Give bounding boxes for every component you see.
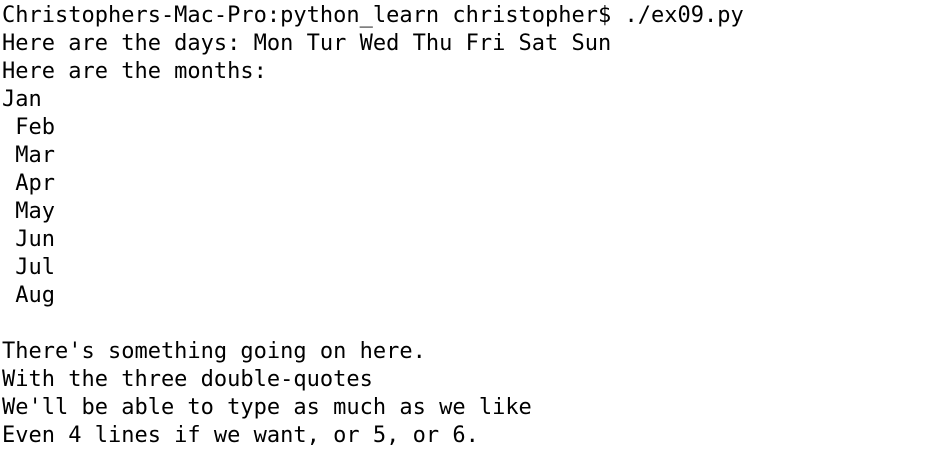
output-line-month: Feb [2, 115, 55, 140]
output-line-month: Jan [2, 87, 42, 112]
output-line-paragraph: There's something going on here. [2, 339, 426, 364]
output-line-month: May [2, 199, 55, 224]
output-line-month: Aug [2, 283, 55, 308]
output-line-month: Jul [2, 255, 55, 280]
output-line-month: Apr [2, 171, 55, 196]
terminal-output[interactable]: Christophers-Mac-Pro:python_learn christ… [0, 0, 944, 452]
prompt-command-line: Christophers-Mac-Pro:python_learn christ… [2, 3, 744, 28]
output-line-days: Here are the days: Mon Tur Wed Thu Fri S… [2, 31, 612, 56]
output-line-paragraph: With the three double-quotes [2, 367, 373, 392]
output-line-months-header: Here are the months: [2, 59, 267, 84]
output-line-paragraph: We'll be able to type as much as we like [2, 395, 532, 420]
output-line-month: Jun [2, 227, 55, 252]
output-line-paragraph: Even 4 lines if we want, or 5, or 6. [2, 423, 479, 448]
output-line-blank [2, 310, 944, 338]
output-line-month: Mar [2, 143, 55, 168]
